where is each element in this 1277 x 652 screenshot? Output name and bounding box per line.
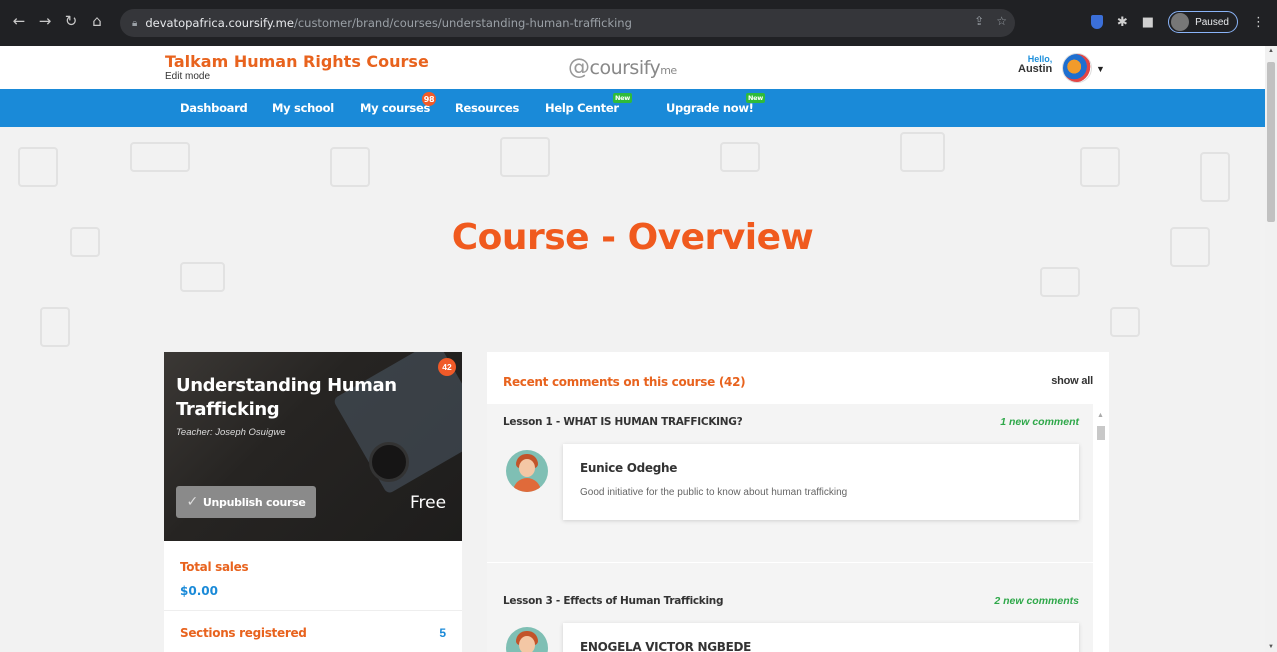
scroll-down-icon[interactable]: ▼ (1268, 644, 1274, 650)
course-teacher: Teacher: Joseph Osuigwe (176, 427, 286, 438)
forward-icon[interactable]: → (34, 10, 56, 32)
nav-dashboard[interactable]: Dashboard (180, 101, 248, 115)
decor-shape (1200, 152, 1230, 202)
lock-icon: 🔒︎ (132, 17, 138, 29)
comment-author: Eunice Odeghe (580, 461, 678, 475)
url-host: devatopafrica.coursify.me (145, 16, 294, 30)
extensions-puzzle-icon[interactable]: ✱ (1117, 15, 1128, 30)
url-path: /customer/brand/courses/understanding-hu… (293, 16, 632, 30)
comments-scrollbar[interactable]: ▲ (1097, 412, 1105, 562)
comment-author: ENOGELA VICTOR NGBEDE (580, 640, 752, 652)
course-cover-image[interactable]: Understanding Human Trafficking Teacher:… (164, 352, 462, 541)
lesson-title[interactable]: Lesson 3 - Effects of Human Trafficking (503, 595, 723, 607)
commenter-avatar (506, 450, 548, 492)
edit-mode-label: Edit mode (165, 71, 211, 82)
check-icon: ✓ (186, 494, 198, 510)
new-badge: New (746, 93, 765, 103)
lesson-title[interactable]: Lesson 1 - WHAT IS HUMAN TRAFFICKING? (503, 416, 743, 428)
decor-shape (40, 307, 70, 347)
reload-icon[interactable]: ↻ (60, 10, 82, 32)
address-bar[interactable]: 🔒︎ devatopafrica.coursify.me /customer/b… (120, 9, 1015, 37)
comment-count-badge: 42 (438, 358, 456, 376)
lesson-comment-group: Lesson 1 - WHAT IS HUMAN TRAFFICKING? 1 … (487, 404, 1093, 562)
nav-help-center[interactable]: Help Center New (545, 93, 632, 115)
show-all-link[interactable]: show all (1051, 375, 1093, 387)
decor-shape (330, 147, 370, 187)
stats-divider (164, 610, 462, 611)
recent-comments-panel: Recent comments on this course (42) show… (487, 352, 1109, 652)
extension-shield-icon[interactable] (1090, 15, 1103, 29)
user-greeting: Hello, Austin (1018, 54, 1053, 75)
lesson-comment-group: Lesson 3 - Effects of Human Trafficking … (487, 563, 1093, 652)
decor-shape (1080, 147, 1120, 187)
bookmark-star-icon[interactable]: ☆ (996, 14, 1007, 28)
browser-toolbar: ← → ↻ ⌂ 🔒︎ devatopafrica.coursify.me /cu… (0, 0, 1277, 46)
share-icon[interactable]: ⇪ (974, 14, 984, 28)
profile-avatar (1171, 13, 1190, 31)
new-comment-count[interactable]: 2 new comments (994, 595, 1079, 607)
decor-shape (130, 142, 190, 172)
home-icon[interactable]: ⌂ (86, 10, 108, 32)
course-card: Understanding Human Trafficking Teacher:… (164, 352, 462, 652)
site-header: Talkam Human Rights Course Edit mode @co… (0, 46, 1265, 89)
decor-shape (900, 132, 945, 172)
scroll-thumb[interactable] (1097, 426, 1105, 440)
coursify-logo[interactable]: @coursifyme (568, 55, 677, 80)
comment-card[interactable]: Eunice Odeghe Good initiative for the pu… (563, 444, 1079, 520)
menu-kebab-icon[interactable]: ⋮ (1252, 15, 1265, 30)
new-comment-count[interactable]: 1 new comment (1000, 416, 1079, 428)
comments-title: Recent comments on this course (42) (503, 375, 746, 389)
course-price: Free (410, 493, 447, 513)
page-scrollbar[interactable]: ▲ ▼ (1265, 46, 1277, 652)
nav-resources[interactable]: Resources (455, 101, 519, 115)
decor-shape (180, 262, 225, 292)
user-avatar[interactable] (1062, 53, 1092, 83)
nav-my-courses[interactable]: My courses 98 (360, 92, 436, 115)
scroll-up-icon[interactable]: ▲ (1268, 48, 1274, 54)
courses-count-badge: 98 (422, 92, 436, 106)
total-sales-value: $0.00 (180, 584, 218, 598)
comment-card[interactable]: ENOGELA VICTOR NGBEDE (563, 623, 1079, 652)
nav-my-school[interactable]: My school (272, 101, 334, 115)
logo-mark-icon: @ (568, 55, 590, 80)
decor-shape (500, 137, 550, 177)
commenter-avatar (506, 627, 548, 652)
side-panel-icon[interactable]: ■ (1142, 15, 1154, 30)
sections-registered-label: Sections registered (180, 626, 307, 640)
brand-title[interactable]: Talkam Human Rights Course (165, 52, 429, 71)
total-sales-label: Total sales (180, 560, 249, 574)
decor-shape (720, 142, 760, 172)
profile-button[interactable]: Paused (1168, 11, 1238, 33)
page-scroll-thumb[interactable] (1267, 62, 1275, 222)
decor-shape (1040, 267, 1080, 297)
coffee-mug-illustration (369, 442, 409, 482)
page-title: Course - Overview (451, 217, 814, 258)
unpublish-course-button[interactable]: ✓ Unpublish course (176, 486, 316, 518)
sections-registered-value: 5 (439, 626, 446, 640)
back-icon[interactable]: ← (8, 10, 30, 32)
decor-shape (1110, 307, 1140, 337)
comment-text: Good initiative for the public to know a… (580, 487, 848, 498)
new-badge: New (613, 93, 632, 103)
scroll-up-icon[interactable]: ▲ (1097, 412, 1104, 419)
course-name: Understanding Human Trafficking (176, 375, 397, 420)
nav-upgrade-now[interactable]: Upgrade now! New (666, 93, 765, 115)
decor-shape (18, 147, 58, 187)
chevron-down-icon[interactable]: ▼ (1096, 64, 1105, 74)
profile-status: Paused (1195, 16, 1229, 28)
main-nav: Dashboard My school My courses 98 Resour… (0, 89, 1265, 127)
